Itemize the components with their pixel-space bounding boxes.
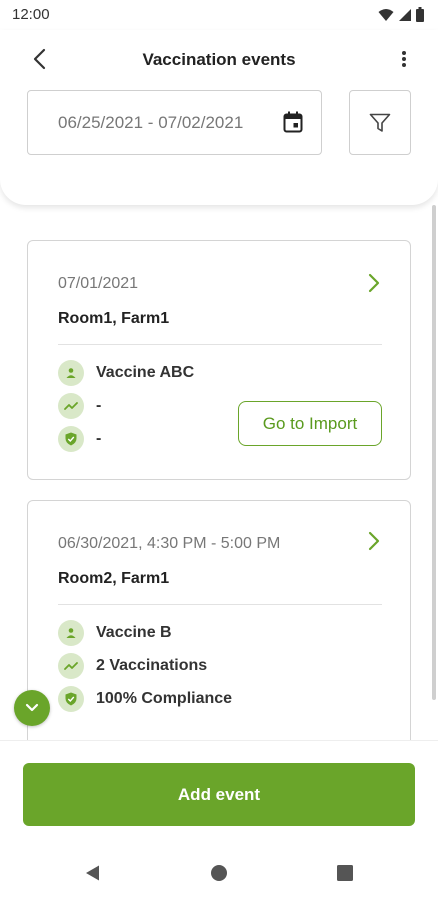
shield-check-icon <box>58 426 84 452</box>
vaccine-icon <box>58 360 84 386</box>
status-icons <box>378 7 424 22</box>
event-date: 06/30/2021, 4:30 PM - 5:00 PM <box>58 535 281 552</box>
card-divider <box>58 604 382 605</box>
add-event-button[interactable]: Add event <box>23 763 415 826</box>
compliance-row: 100% Compliance <box>58 686 232 712</box>
event-card[interactable]: 07/01/2021 Room1, Farm1 Vaccine ABC - - … <box>27 240 411 480</box>
date-range-field[interactable]: 06/25/2021 - 07/02/2021 <box>27 90 322 155</box>
filter-icon <box>369 113 391 132</box>
card-divider <box>58 344 382 345</box>
vaccinations-count: - <box>96 397 102 414</box>
more-options-button[interactable] <box>394 46 414 72</box>
event-location: Room1, Farm1 <box>58 310 170 327</box>
vaccine-name: Vaccine B <box>96 624 172 641</box>
nav-recents-button[interactable] <box>334 862 356 884</box>
vaccinations-count: 2 Vaccinations <box>96 657 208 674</box>
vaccinations-row: 2 Vaccinations <box>58 653 207 679</box>
chevron-right-icon[interactable] <box>368 273 380 293</box>
status-bar: 12:00 <box>0 0 438 30</box>
compliance-value: - <box>96 430 102 447</box>
chevron-right-icon[interactable] <box>368 531 380 551</box>
bottom-action-bar: Add event <box>0 740 438 845</box>
nav-home-button[interactable] <box>208 862 230 884</box>
triangle-back-icon <box>86 865 99 881</box>
top-panel: Vaccination events 06/25/2021 - 07/02/20… <box>0 30 438 205</box>
compliance-row: - <box>58 426 101 452</box>
square-recents-icon <box>337 865 353 881</box>
chevron-down-icon <box>25 703 39 712</box>
scrollbar[interactable] <box>432 205 436 700</box>
nav-back-button[interactable] <box>82 862 104 884</box>
shield-check-icon <box>58 686 84 712</box>
trend-icon <box>58 653 84 679</box>
calendar-icon[interactable] <box>283 111 303 133</box>
event-list[interactable]: 07/01/2021 Room1, Farm1 Vaccine ABC - - … <box>0 205 438 740</box>
system-nav-bar <box>0 845 438 900</box>
event-location: Room2, Farm1 <box>58 570 170 587</box>
vaccine-name: Vaccine ABC <box>96 364 195 381</box>
date-range-text: 06/25/2021 - 07/02/2021 <box>58 113 244 132</box>
vaccine-icon <box>58 620 84 646</box>
vaccinations-row: - <box>58 393 101 419</box>
event-card[interactable]: 06/30/2021, 4:30 PM - 5:00 PM Room2, Far… <box>27 500 411 740</box>
scroll-down-button[interactable] <box>14 690 50 726</box>
signal-icon <box>399 8 411 21</box>
go-to-import-button[interactable]: Go to Import <box>238 401 382 446</box>
compliance-value: 100% Compliance <box>96 690 233 707</box>
status-time: 12:00 <box>12 6 50 23</box>
more-vertical-icon <box>402 51 406 67</box>
page-title: Vaccination events <box>142 50 296 69</box>
circle-home-icon <box>211 865 227 881</box>
trend-icon <box>58 393 84 419</box>
filter-button[interactable] <box>349 90 411 155</box>
vaccine-row: Vaccine B <box>58 620 172 646</box>
wifi-icon <box>378 8 394 21</box>
vaccine-row: Vaccine ABC <box>58 360 194 386</box>
event-date: 07/01/2021 <box>58 275 139 292</box>
battery-icon <box>416 7 424 22</box>
